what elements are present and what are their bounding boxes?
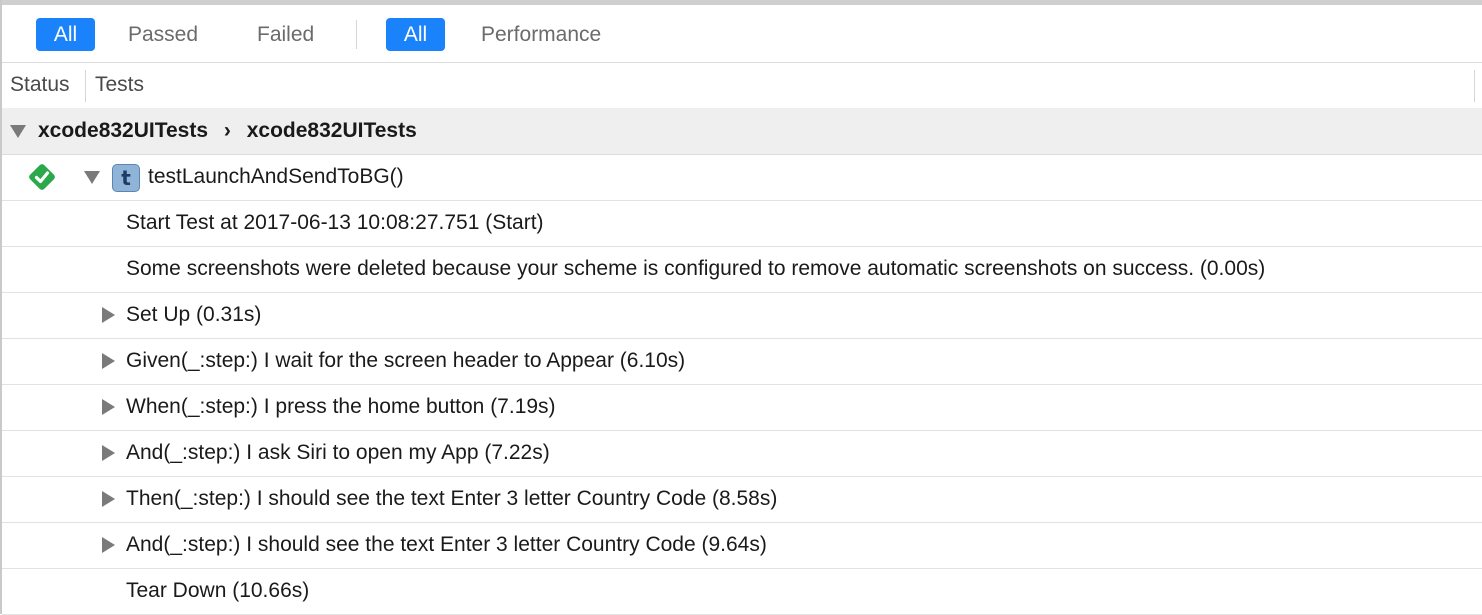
activity-label: And(_:step:) I ask Siri to open my App (…	[126, 441, 550, 464]
disclosure-down-icon[interactable]	[10, 125, 26, 138]
column-header: Status Tests	[2, 62, 1482, 109]
column-divider-end[interactable]	[1474, 70, 1475, 102]
suite-group-row[interactable]: xcode832UITests › xcode832UITests	[2, 108, 1482, 155]
status-column-header[interactable]: Status	[10, 63, 70, 108]
test-row[interactable]: t testLaunchAndSendToBG()	[2, 154, 1482, 201]
activity-label: Given(_:step:) I wait for the screen hea…	[126, 349, 686, 372]
activity-row[interactable]: When(_:step:) I press the home button (7…	[2, 384, 1482, 431]
activity-row[interactable]: Given(_:step:) I wait for the screen hea…	[2, 338, 1482, 385]
activity-label: Tear Down (10.66s)	[126, 579, 310, 602]
disclosure-right-icon[interactable]	[102, 537, 115, 553]
activity-row[interactable]: Then(_:step:) I should see the text Ente…	[2, 476, 1482, 523]
chevron-right-icon: ›	[223, 119, 231, 142]
filter-passed-button[interactable]: Passed	[128, 18, 198, 51]
tests-column-header[interactable]: Tests	[95, 63, 144, 108]
disclosure-right-icon[interactable]	[102, 353, 115, 369]
suite-target-label: xcode832UITests	[38, 119, 209, 142]
disclosure-down-icon[interactable]	[84, 171, 100, 184]
filter-divider	[356, 20, 357, 49]
activity-row[interactable]: And(_:step:) I ask Siri to open my App (…	[2, 430, 1482, 477]
activity-label: And(_:step:) I should see the text Enter…	[126, 533, 767, 556]
activity-label: Set Up (0.31s)	[126, 303, 262, 326]
disclosure-right-icon[interactable]	[102, 491, 115, 507]
disclosure-right-icon[interactable]	[102, 399, 115, 415]
filter-all-button[interactable]: All	[36, 18, 95, 51]
disclosure-right-icon[interactable]	[102, 445, 115, 461]
activity-label: When(_:step:) I press the home button (7…	[126, 395, 556, 418]
activity-row[interactable]: Start Test at 2017-06-13 10:08:27.751 (S…	[2, 200, 1482, 247]
activity-row[interactable]: Some screenshots were deleted because yo…	[2, 246, 1482, 293]
activity-row[interactable]: And(_:step:) I should see the text Enter…	[2, 522, 1482, 569]
filter-all-kinds-button[interactable]: All	[386, 18, 445, 51]
activity-label: Some screenshots were deleted because yo…	[126, 257, 1266, 280]
activity-label: Start Test at 2017-06-13 10:08:27.751 (S…	[126, 211, 544, 234]
suite-class-label: xcode832UITests	[246, 119, 417, 142]
passed-checkmark-icon	[29, 164, 55, 190]
filter-performance-button[interactable]: Performance	[481, 18, 601, 51]
filter-bar: All Passed Failed All Performance	[2, 5, 1482, 62]
activity-row[interactable]: Tear Down (10.66s)	[2, 568, 1482, 615]
filter-failed-button[interactable]: Failed	[257, 18, 314, 51]
activity-label: Then(_:step:) I should see the text Ente…	[126, 487, 778, 510]
activity-row[interactable]: Set Up (0.31s)	[2, 292, 1482, 339]
test-method-icon: t	[112, 164, 140, 192]
test-name: testLaunchAndSendToBG()	[148, 165, 404, 188]
suite-path: xcode832UITests › xcode832UITests	[38, 108, 417, 154]
column-divider[interactable]	[85, 70, 86, 102]
disclosure-right-icon[interactable]	[102, 307, 115, 323]
